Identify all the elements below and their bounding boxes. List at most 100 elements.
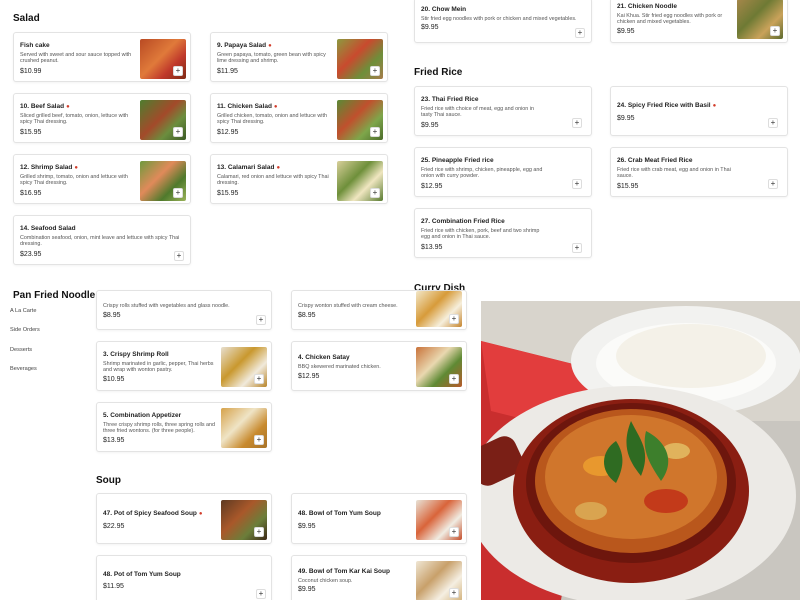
add-to-cart-button[interactable]: + <box>449 588 459 598</box>
menu-item-chicken-noodle[interactable]: 21. Chicken Noodle Kai Khua. Stir fried … <box>610 0 788 43</box>
chicken-noodle-photo: + <box>737 0 783 39</box>
item-name: 9. Papaya Salad ● <box>217 42 272 49</box>
item-price: $9.95 <box>421 24 439 31</box>
side-nav-side-orders[interactable]: Side Orders <box>10 327 40 333</box>
add-to-cart-button[interactable]: + <box>572 179 582 189</box>
crispy-wonton-photo: + <box>416 291 462 327</box>
menu-item-pot-tom-yum-soup[interactable]: 48. Pot of Tom Yum Soup $11.95 + <box>96 555 272 600</box>
bowl-tom-kar-kai-soup-photo: + <box>416 561 462 600</box>
item-description: Fried rice with shrimp, chicken, pineapp… <box>421 167 543 180</box>
menu-item-spring-rolls[interactable]: Crispy rolls stuffed with vegetables and… <box>96 290 272 330</box>
menu-item-crispy-wonton[interactable]: Crispy wonton stuffed with cream cheese.… <box>291 290 467 330</box>
menu-item-chow-mein[interactable]: 20. Chow Mein Stir fried egg noodles wit… <box>414 0 592 43</box>
menu-item-combination-appetizer[interactable]: 5. Combination Appetizer Three crispy sh… <box>96 402 272 452</box>
item-description: Calamari, red onion and lettuce with spi… <box>217 174 329 187</box>
add-to-cart-button[interactable]: + <box>572 243 582 253</box>
chili-pepper-icon: ● <box>276 165 281 171</box>
menu-item-pot-spicy-seafood-soup[interactable]: 47. Pot of Spicy Seafood Soup ● $22.95 + <box>96 493 272 544</box>
item-name: 25. Pineapple Fried rice <box>421 157 494 164</box>
add-to-cart-button[interactable]: + <box>449 527 459 537</box>
item-price: $8.95 <box>298 312 316 319</box>
add-to-cart-button[interactable]: + <box>575 28 585 38</box>
menu-item-chicken-satay[interactable]: 4. Chicken Satay BBQ skewered marinated … <box>291 341 467 391</box>
side-nav-a-la-carte[interactable]: A La Carte <box>10 308 36 314</box>
item-name: 14. Seafood Salad <box>20 225 76 232</box>
menu-item-chicken-salad[interactable]: 11. Chicken Salad ● Grilled chicken, toma… <box>210 93 388 143</box>
side-nav-desserts[interactable]: Desserts <box>10 347 32 353</box>
item-name: 5. Combination Appetizer <box>103 412 182 419</box>
menu-item-beef-salad[interactable]: 10. Beef Salad ● Sliced grilled beef, tom… <box>13 93 191 143</box>
shrimp-salad-photo: + <box>140 161 186 201</box>
item-description: Combination seafood, onion, mint leave a… <box>20 235 180 248</box>
item-description: BBQ skewered marinated chicken. <box>298 364 381 370</box>
add-to-cart-button[interactable]: + <box>768 179 778 189</box>
item-price: $16.95 <box>20 190 42 197</box>
menu-item-papaya-salad[interactable]: 9. Papaya Salad ● Green papaya, tomato, g… <box>210 32 388 82</box>
add-to-cart-button[interactable]: + <box>770 26 780 36</box>
item-name: 11. Chicken Salad ● <box>217 103 278 110</box>
item-description: Fried rice with choice of meat, egg and … <box>421 106 534 119</box>
add-to-cart-button[interactable]: + <box>173 66 183 76</box>
item-name: 21. Chicken Noodle <box>617 3 677 10</box>
item-price: $11.95 <box>103 583 124 590</box>
chili-pepper-icon: ● <box>66 104 70 110</box>
item-price: $9.95 <box>298 586 316 593</box>
menu-item-shrimp-salad[interactable]: 12. Shrimp Salad ● Grilled shrimp, tomato… <box>13 154 191 204</box>
menu-item-combination-fried-rice[interactable]: 27. Combination Fried Rice Fried rice wi… <box>414 208 592 258</box>
item-description: Crispy wonton stuffed with cream cheese. <box>298 303 398 309</box>
add-to-cart-button[interactable]: + <box>256 315 266 325</box>
add-to-cart-button[interactable]: + <box>254 374 264 384</box>
menu-item-pineapple-fried-rice[interactable]: 25. Pineapple Fried rice Fried rice with… <box>414 147 592 197</box>
add-to-cart-button[interactable]: + <box>370 66 380 76</box>
papaya-salad-photo: + <box>337 39 383 79</box>
item-name: 26. Crab Meat Fried Rice <box>617 157 693 164</box>
menu-item-bowl-tom-yum-soup[interactable]: 48. Bowl of Tom Yum Soup $9.95 + <box>291 493 467 544</box>
item-name: Fish cake <box>20 42 50 49</box>
item-price: $11.95 <box>217 68 238 75</box>
item-name: 48. Bowl of Tom Yum Soup <box>298 510 381 517</box>
item-description: Stir fried egg noodles with pork or chic… <box>421 16 577 22</box>
pot-spicy-seafood-soup-photo: + <box>221 500 267 540</box>
section-title-soup: Soup <box>96 475 121 486</box>
curry-dish-photo <box>481 301 800 600</box>
add-to-cart-button[interactable]: + <box>449 314 459 324</box>
menu-item-crispy-shrimp-roll[interactable]: 3. Crispy Shrimp Roll Shrimp marinated i… <box>96 341 272 391</box>
chili-pepper-icon: ● <box>712 103 717 109</box>
item-description: Fried rice with chicken, pork, beef and … <box>421 228 540 241</box>
add-to-cart-button[interactable]: + <box>173 127 183 137</box>
add-to-cart-button[interactable]: + <box>449 374 459 384</box>
item-name: 23. Thai Fried Rice <box>421 96 479 103</box>
add-to-cart-button[interactable]: + <box>572 118 582 128</box>
item-name: 12. Shrimp Salad ● <box>20 164 79 171</box>
item-name: 49. Bowl of Tom Kar Kai Soup <box>298 568 390 575</box>
menu-item-fish-cake[interactable]: Fish cake Served with sweet and sour sau… <box>13 32 191 82</box>
item-name: 47. Pot of Spicy Seafood Soup ● <box>103 510 203 517</box>
fish-cake-photo: + <box>140 39 186 79</box>
item-price: $23.95 <box>20 251 42 258</box>
add-to-cart-button[interactable]: + <box>174 251 184 261</box>
menu-item-seafood-salad[interactable]: 14. Seafood Salad Combination seafood, o… <box>13 215 191 265</box>
menu-item-crab-meat-fried-rice[interactable]: 26. Crab Meat Fried Rice Fried rice with… <box>610 147 788 197</box>
side-nav-beverages[interactable]: Beverages <box>10 366 37 372</box>
add-to-cart-button[interactable]: + <box>370 127 380 137</box>
chicken-satay-photo: + <box>416 347 462 387</box>
item-description: Three crispy shrimp rolls, three spring … <box>103 422 216 435</box>
menu-item-calamari-salad[interactable]: 13. Calamari Salad ● Calamari, red onion … <box>210 154 388 204</box>
add-to-cart-button[interactable]: + <box>254 435 264 445</box>
item-name: 13. Calamari Salad ● <box>217 164 281 171</box>
calamari-salad-photo: + <box>337 161 383 201</box>
menu-item-thai-fried-rice[interactable]: 23. Thai Fried Rice Fried rice with choi… <box>414 86 592 136</box>
add-to-cart-button[interactable]: + <box>254 527 264 537</box>
add-to-cart-button[interactable]: + <box>370 188 380 198</box>
item-description: Served with sweet and sour sauce topped … <box>20 52 132 65</box>
menu-item-bowl-tom-kar-kai-soup[interactable]: 49. Bowl of Tom Kar Kai Soup Coconut chi… <box>291 555 467 600</box>
add-to-cart-button[interactable]: + <box>256 589 266 599</box>
add-to-cart-button[interactable]: + <box>173 188 183 198</box>
item-description: Sliced grilled beef, tomato, onion, lett… <box>20 113 129 126</box>
menu-item-spicy-fried-rice-basil[interactable]: 24. Spicy Fried Rice with Basil ● $9.95 + <box>610 86 788 136</box>
item-description: Fried rice with crab meat, egg and onion… <box>617 167 731 180</box>
item-name: 20. Chow Mein <box>421 6 467 13</box>
add-to-cart-button[interactable]: + <box>768 118 778 128</box>
item-price: $22.95 <box>103 523 125 530</box>
section-title-salad: Salad <box>13 13 40 24</box>
